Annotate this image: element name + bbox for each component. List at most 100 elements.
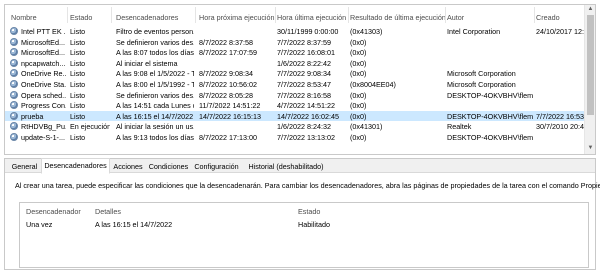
column-divider[interactable] bbox=[275, 7, 276, 23]
task-last-run: 30/11/1999 0:00:00 bbox=[277, 27, 339, 36]
task-status: En ejecución bbox=[70, 122, 110, 132]
task-row[interactable]: Progress Con... Listo A las 14:51 cada Lun… bbox=[5, 100, 585, 111]
column-header-trigger-status[interactable]: Estado bbox=[298, 207, 320, 216]
trigger-table-header: Desencadenador Detalles Estado bbox=[20, 203, 588, 217]
column-header-details[interactable]: Detalles bbox=[95, 207, 121, 216]
tab-conditions[interactable]: Condiciones bbox=[146, 160, 191, 173]
tab-general[interactable]: General bbox=[9, 160, 40, 173]
column-divider[interactable] bbox=[534, 7, 535, 23]
column-header-status[interactable]: Estado bbox=[70, 13, 92, 22]
column-header-next-run[interactable]: Hora próxima ejecución bbox=[199, 13, 275, 22]
task-triggers: A las 9:13 todos los días ... bbox=[116, 132, 194, 142]
vertical-scrollbar[interactable]: ▲ ▼ bbox=[584, 5, 595, 154]
task-status: Listo bbox=[70, 101, 86, 111]
task-last-run: 7/7/2022 13:13:02 bbox=[277, 132, 335, 142]
task-clock-icon bbox=[10, 111, 18, 120]
task-status: Listo bbox=[70, 58, 86, 68]
task-triggers: A las 16:15 el 14/7/2022 bbox=[116, 111, 194, 121]
task-result: (0x0) bbox=[350, 69, 367, 79]
task-triggers: Se definieron varios des... bbox=[116, 90, 194, 100]
task-status: Listo bbox=[70, 27, 86, 36]
column-header-author[interactable]: Autor bbox=[447, 13, 464, 22]
task-clock-icon bbox=[10, 58, 18, 67]
task-triggers: A las 9:08 el 1/5/2022 - Tr... bbox=[116, 69, 194, 79]
task-row[interactable]: npcapwatch... Listo Al iniciar el sistema 1… bbox=[5, 58, 585, 69]
column-divider[interactable] bbox=[195, 7, 196, 23]
trigger-row[interactable]: Una vez A las 16:15 el 14/7/2022 Habilit… bbox=[20, 220, 588, 230]
task-name: OneDrive Re... bbox=[21, 69, 66, 79]
task-author: Intel Corporation bbox=[447, 27, 501, 36]
task-name: Progress Con... bbox=[21, 101, 66, 111]
task-status: Listo bbox=[70, 111, 86, 121]
task-last-run: 4/7/2022 14:51:22 bbox=[277, 101, 335, 111]
task-row[interactable]: MicrosoftEd... Listo A las 8:07 todos los … bbox=[5, 47, 585, 58]
task-status: Listo bbox=[70, 48, 86, 58]
task-next-run: 8/7/2022 8:37:58 bbox=[199, 37, 253, 47]
scrollbar-thumb[interactable] bbox=[587, 15, 594, 115]
task-row[interactable]: update-S-1-... Listo A las 9:13 todos los … bbox=[5, 132, 585, 143]
task-triggers: A las 8:07 todos los días... bbox=[116, 48, 194, 58]
task-status: Listo bbox=[70, 132, 86, 142]
task-next-run: 8/7/2022 17:13:00 bbox=[199, 132, 257, 142]
task-triggers: Se definieron varios des... bbox=[116, 37, 194, 47]
task-status: Listo bbox=[70, 69, 86, 79]
column-header-triggers[interactable]: Desencadenadores bbox=[116, 13, 178, 22]
task-clock-icon bbox=[10, 122, 18, 131]
task-clock-icon bbox=[10, 79, 18, 88]
triggers-description: Al crear una tarea, puede especificar la… bbox=[15, 181, 600, 190]
task-name: Opera sched... bbox=[21, 90, 66, 100]
task-row[interactable]: OneDrive Sta... Listo A las 8:00 el 1/5/19… bbox=[5, 79, 585, 90]
task-next-run: 8/7/2022 17:07:59 bbox=[199, 48, 257, 58]
trigger-table: Desencadenador Detalles Estado Una vez A… bbox=[19, 202, 589, 268]
task-author: DESKTOP-4OKVBHV\flema bbox=[447, 132, 533, 142]
task-author: Microsoft Corporation bbox=[447, 69, 516, 79]
task-clock-icon bbox=[10, 101, 18, 110]
task-next-run: 14/7/2022 16:15:13 bbox=[199, 111, 261, 121]
detail-tabs: General Desencadenadores Acciones Condic… bbox=[5, 158, 595, 174]
task-clock-icon bbox=[10, 37, 18, 46]
task-result: (0x41301) bbox=[350, 122, 383, 132]
task-last-run: 14/7/2022 16:02:45 bbox=[277, 111, 339, 121]
task-row[interactable]: prueba Listo A las 16:15 el 14/7/2022 14/7/… bbox=[5, 110, 586, 122]
task-status: Listo bbox=[70, 90, 86, 100]
column-header-last-run[interactable]: Hora última ejecución bbox=[277, 13, 346, 22]
column-header-created[interactable]: Creado bbox=[536, 13, 560, 22]
task-clock-icon bbox=[10, 90, 18, 99]
task-last-run: 1/6/2022 8:24:32 bbox=[277, 122, 331, 132]
trigger-status: Habilitado bbox=[298, 220, 330, 229]
task-triggers: A las 14:51 cada Lunes d... bbox=[116, 101, 194, 111]
task-row[interactable]: Intel PTT EK ... Listo Filtro de eventos p… bbox=[5, 26, 586, 37]
task-row[interactable]: RtHDVBg_Pu... En ejecución Al iniciar la s… bbox=[5, 121, 586, 132]
column-header-name[interactable]: Nombre bbox=[11, 13, 37, 22]
task-rows: Intel PTT EK ... Listo Filtro de eventos p… bbox=[5, 26, 586, 143]
scroll-up-icon[interactable]: ▲ bbox=[587, 6, 594, 12]
task-next-run: 8/7/2022 8:05:28 bbox=[199, 90, 253, 100]
task-next-run: 11/7/2022 14:51:22 bbox=[199, 101, 261, 111]
task-row[interactable]: Opera sched... Listo Se definieron varios … bbox=[5, 90, 585, 101]
task-triggers: Al iniciar el sistema bbox=[116, 58, 178, 68]
task-result: (0x0) bbox=[350, 101, 367, 111]
tab-settings[interactable]: Configuración bbox=[192, 160, 241, 173]
task-last-run: 7/7/2022 9:08:34 bbox=[277, 69, 331, 79]
task-row[interactable]: OneDrive Re... Listo A las 9:08 el 1/5/202… bbox=[5, 68, 585, 79]
task-author: DESKTOP-4OKVBHV\flema bbox=[447, 111, 533, 121]
scroll-down-icon[interactable]: ▼ bbox=[587, 145, 594, 151]
task-row[interactable]: MicrosoftEd... Listo Se definieron varios … bbox=[5, 37, 585, 48]
tab-actions[interactable]: Acciones bbox=[111, 160, 145, 173]
column-header-trigger[interactable]: Desencadenador bbox=[26, 207, 81, 216]
task-author: DESKTOP-4OKVBHV\flema bbox=[447, 90, 533, 100]
task-result: (0x0) bbox=[350, 58, 367, 68]
task-result: (0x0) bbox=[350, 90, 367, 100]
task-result: (0x0) bbox=[350, 48, 367, 58]
column-divider[interactable] bbox=[67, 7, 68, 23]
column-divider[interactable] bbox=[111, 7, 112, 23]
column-divider[interactable] bbox=[348, 7, 349, 23]
tab-triggers[interactable]: Desencadenadores bbox=[41, 158, 110, 174]
task-last-run: 7/7/2022 8:16:58 bbox=[277, 90, 331, 100]
tab-history[interactable]: Historial (deshabilitado) bbox=[242, 160, 330, 173]
task-status: Listo bbox=[70, 79, 86, 89]
column-divider[interactable] bbox=[445, 7, 446, 23]
task-clock-icon bbox=[10, 27, 18, 35]
column-header-result[interactable]: Resultado de última ejecución bbox=[350, 13, 446, 22]
task-triggers: Filtro de eventos person... bbox=[116, 27, 194, 36]
